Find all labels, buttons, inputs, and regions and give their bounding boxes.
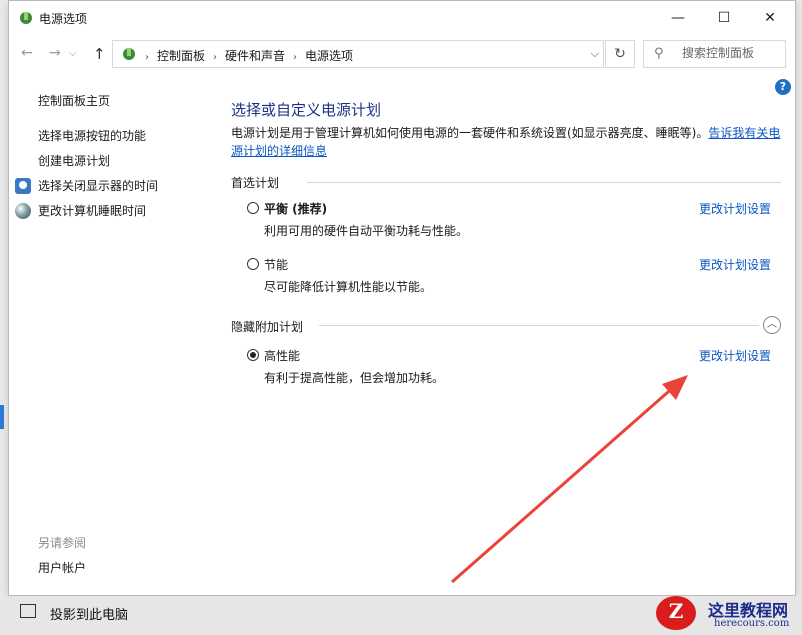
- address-dropdown-icon[interactable]: ⌵: [591, 47, 599, 61]
- sidebar-item-create-plan[interactable]: 创建电源计划: [38, 152, 110, 169]
- sidebar-control-panel-home[interactable]: 控制面板主页: [38, 92, 110, 109]
- close-button[interactable]: ✕: [747, 1, 793, 35]
- collapse-chevron-up-icon[interactable]: ︿: [763, 316, 781, 334]
- minimize-button[interactable]: —: [655, 1, 701, 35]
- description-text: 电源计划是用于管理计算机如何使用电源的一套硬件和系统设置(如显示器亮度、睡眠等)…: [231, 126, 709, 140]
- plan-balanced-name[interactable]: 平衡 (推荐): [264, 200, 327, 217]
- search-box[interactable]: ⚲: [643, 40, 786, 68]
- title-bar: 电源选项 — ☐ ✕: [9, 1, 795, 35]
- window-title: 电源选项: [39, 12, 88, 26]
- plan-high-performance-desc: 有利于提高性能，但会增加功耗。: [264, 371, 445, 385]
- moon-icon: [15, 203, 31, 219]
- plan-power-saver-name[interactable]: 节能: [264, 256, 288, 273]
- divider: [319, 325, 759, 326]
- plan-balanced: 平衡 (推荐) 利用可用的硬件自动平衡功耗与性能。 更改计划设置: [247, 200, 787, 240]
- sidebar-item-power-button[interactable]: 选择电源按钮的功能: [38, 127, 146, 144]
- breadcrumb-separator: ›: [293, 52, 298, 63]
- breadcrumb-hardware-sound[interactable]: 硬件和声音: [225, 47, 285, 64]
- search-icon: ⚲: [654, 46, 664, 61]
- page-title: 选择或自定义电源计划: [231, 101, 382, 119]
- description: 电源计划是用于管理计算机如何使用电源的一套硬件和系统设置(如显示器亮度、睡眠等)…: [231, 124, 786, 160]
- clock-icon: [15, 178, 31, 194]
- help-icon[interactable]: ?: [775, 79, 791, 95]
- project-to-pc-icon: [20, 604, 36, 618]
- plan-high-performance-name[interactable]: 高性能: [264, 347, 300, 364]
- sidebar-item-display-off[interactable]: 选择关闭显示器的时间: [38, 177, 158, 194]
- sidebar-item-sleep-time[interactable]: 更改计算机睡眠时间: [38, 202, 146, 219]
- power-options-app-icon: [20, 12, 32, 24]
- plan-high-performance-change-settings-link[interactable]: 更改计划设置: [699, 347, 771, 364]
- maximize-button[interactable]: ☐: [701, 1, 747, 35]
- power-options-window: 电源选项 — ☐ ✕ ← → ⌵ ↑ › 控制面板 › 硬件和声音 › 电源选项 ⌵ ↻ …: [8, 0, 796, 596]
- plan-power-saver-change-settings-link[interactable]: 更改计划设置: [699, 256, 771, 273]
- user-accounts-link[interactable]: 用户帐户: [38, 559, 86, 576]
- breadcrumb-power-options[interactable]: 电源选项: [305, 47, 353, 64]
- hidden-plans-heading: 隐藏附加计划: [231, 320, 304, 334]
- background-accent-strip: [0, 405, 4, 429]
- breadcrumb: › 控制面板 › 硬件和声音 › 电源选项: [145, 47, 353, 64]
- search-input[interactable]: [680, 45, 784, 61]
- breadcrumb-separator: ›: [145, 52, 149, 63]
- refresh-button[interactable]: ↻: [605, 40, 635, 68]
- plan-high-performance-radio[interactable]: [247, 349, 259, 361]
- back-button[interactable]: ←: [21, 45, 33, 61]
- plan-power-saver: 节能 尽可能降低计算机性能以节能。 更改计划设置: [247, 256, 787, 296]
- preferred-plans-heading: 首选计划: [231, 176, 280, 190]
- plan-balanced-desc: 利用可用的硬件自动平衡功耗与性能。: [264, 224, 469, 238]
- watermark-url: herecours.com: [714, 618, 790, 629]
- plan-balanced-radio[interactable]: [247, 202, 259, 214]
- watermark-logo: [656, 596, 696, 630]
- address-bar-row: ← → ⌵ ↑ › 控制面板 › 硬件和声音 › 电源选项 ⌵ ↻ ⚲: [9, 37, 795, 71]
- see-also-heading: 另请参阅: [38, 536, 87, 550]
- plan-power-saver-desc: 尽可能降低计算机性能以节能。: [264, 280, 433, 294]
- recent-locations-chevron-icon[interactable]: ⌵: [69, 48, 77, 59]
- control-panel-icon: [123, 48, 135, 60]
- plan-power-saver-radio[interactable]: [247, 258, 259, 270]
- breadcrumb-control-panel[interactable]: 控制面板: [157, 47, 205, 64]
- breadcrumb-separator: ›: [213, 52, 218, 63]
- plan-balanced-change-settings-link[interactable]: 更改计划设置: [699, 200, 771, 217]
- up-button[interactable]: ↑: [93, 45, 106, 63]
- divider: [307, 182, 781, 183]
- project-to-pc-label[interactable]: 投影到此电脑: [50, 604, 128, 623]
- forward-button[interactable]: →: [49, 45, 61, 61]
- watermark: 这里教程网 herecours.com: [652, 594, 802, 635]
- address-field[interactable]: › 控制面板 › 硬件和声音 › 电源选项 ⌵: [112, 40, 604, 68]
- plan-high-performance: 高性能 有利于提高性能，但会增加功耗。 更改计划设置: [247, 347, 787, 387]
